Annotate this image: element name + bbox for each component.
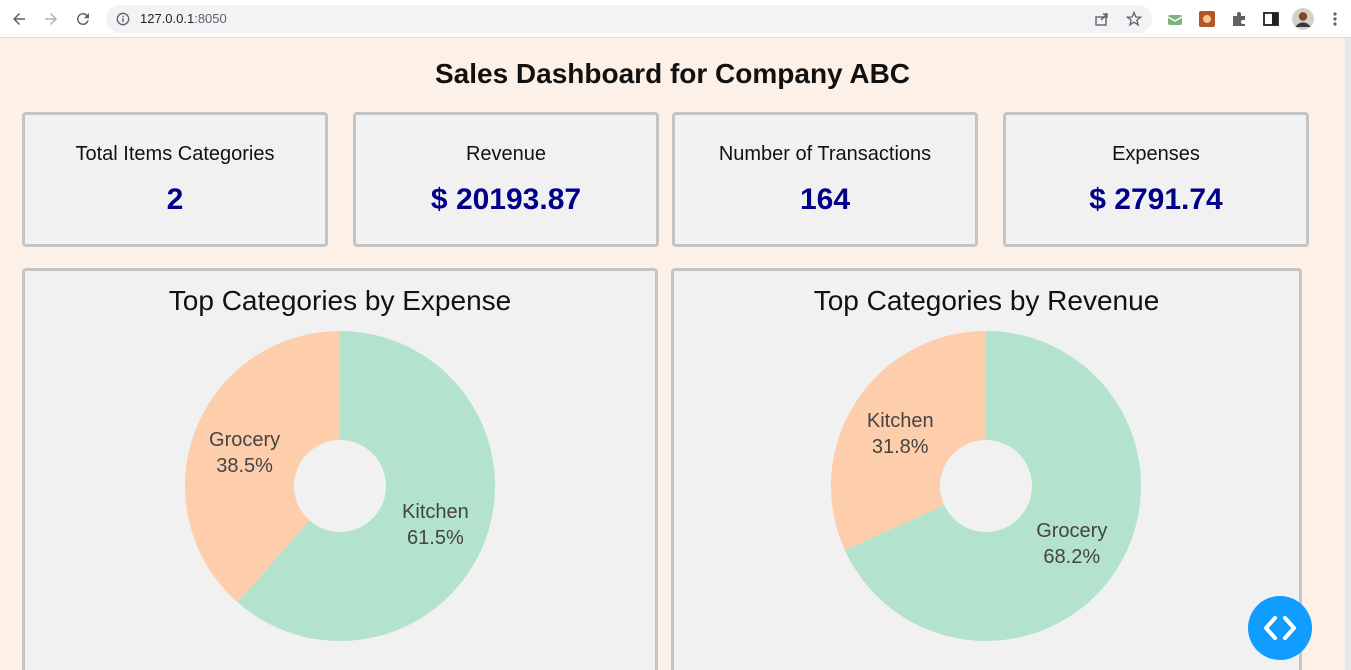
kpi-card-transactions: Number of Transactions 164 [672,112,978,247]
chart-card-revenue: Top Categories by Revenue Grocery 68.2% Ki… [671,268,1302,670]
star-icon[interactable] [1126,11,1142,27]
code-brackets-icon [1264,616,1296,640]
address-bar[interactable]: 127.0.0.1:8050 [106,5,1152,33]
info-icon[interactable] [116,12,130,26]
sidebar-icon[interactable] [1262,10,1280,28]
kpi-label: Revenue [465,143,547,165]
url-port: :8050 [194,11,227,26]
reload-icon[interactable] [72,8,94,30]
slice-category-label: Grocery [209,429,280,451]
revenue-donut-chart[interactable]: Grocery 68.2% Kitchen 31.8% [674,271,1299,670]
donut-hole [294,440,386,532]
kpi-value: 164 [799,183,851,216]
url-text: 127.0.0.1:8050 [140,11,227,26]
kpi-value: $ 20193.87 [430,183,582,216]
slice-category-label: Grocery [1036,520,1107,542]
url-host: 127.0.0.1 [140,11,195,26]
kpi-value: $ 2791.74 [1089,183,1223,216]
kpi-label: Total Items Categories [75,143,275,165]
slice-category-label: Kitchen [402,501,469,523]
page-title: Sales Dashboard for Company ABC [434,58,911,89]
forward-icon[interactable] [40,8,62,30]
kpi-label: Expenses [1112,143,1200,165]
kpi-card-expenses: Expenses $ 2791.74 [1003,112,1309,247]
menu-icon[interactable] [1326,10,1344,28]
chart-card-expense: Top Categories by Expense Kitchen 61.5% Gr… [22,268,658,670]
expense-donut-chart[interactable]: Kitchen 61.5% Grocery 38.5% [25,271,655,670]
dev-tools-button[interactable] [1248,596,1312,660]
slice-percent-label: 38.5% [216,455,273,477]
page-scrollbar[interactable] [1345,38,1351,670]
back-icon[interactable] [8,8,30,30]
puzzle-icon[interactable] [1230,10,1248,28]
extension-icon[interactable] [1166,10,1184,28]
donut-hole [940,440,1032,532]
slice-category-label: Kitchen [867,410,934,432]
slice-percent-label: 61.5% [407,527,464,549]
slice-percent-label: 68.2% [1043,546,1100,568]
share-icon[interactable] [1094,11,1110,27]
slice-percent-label: 31.8% [872,436,929,458]
kpi-value: 2 [166,183,184,216]
kpi-card-total-categories: Total Items Categories 2 [22,112,328,247]
profile-avatar[interactable] [1292,8,1314,30]
kpi-card-revenue: Revenue $ 20193.87 [353,112,659,247]
extension-icon[interactable] [1198,10,1216,28]
kpi-label: Number of Transactions [718,143,932,165]
browser-toolbar: 127.0.0.1:8050 [0,0,1351,38]
